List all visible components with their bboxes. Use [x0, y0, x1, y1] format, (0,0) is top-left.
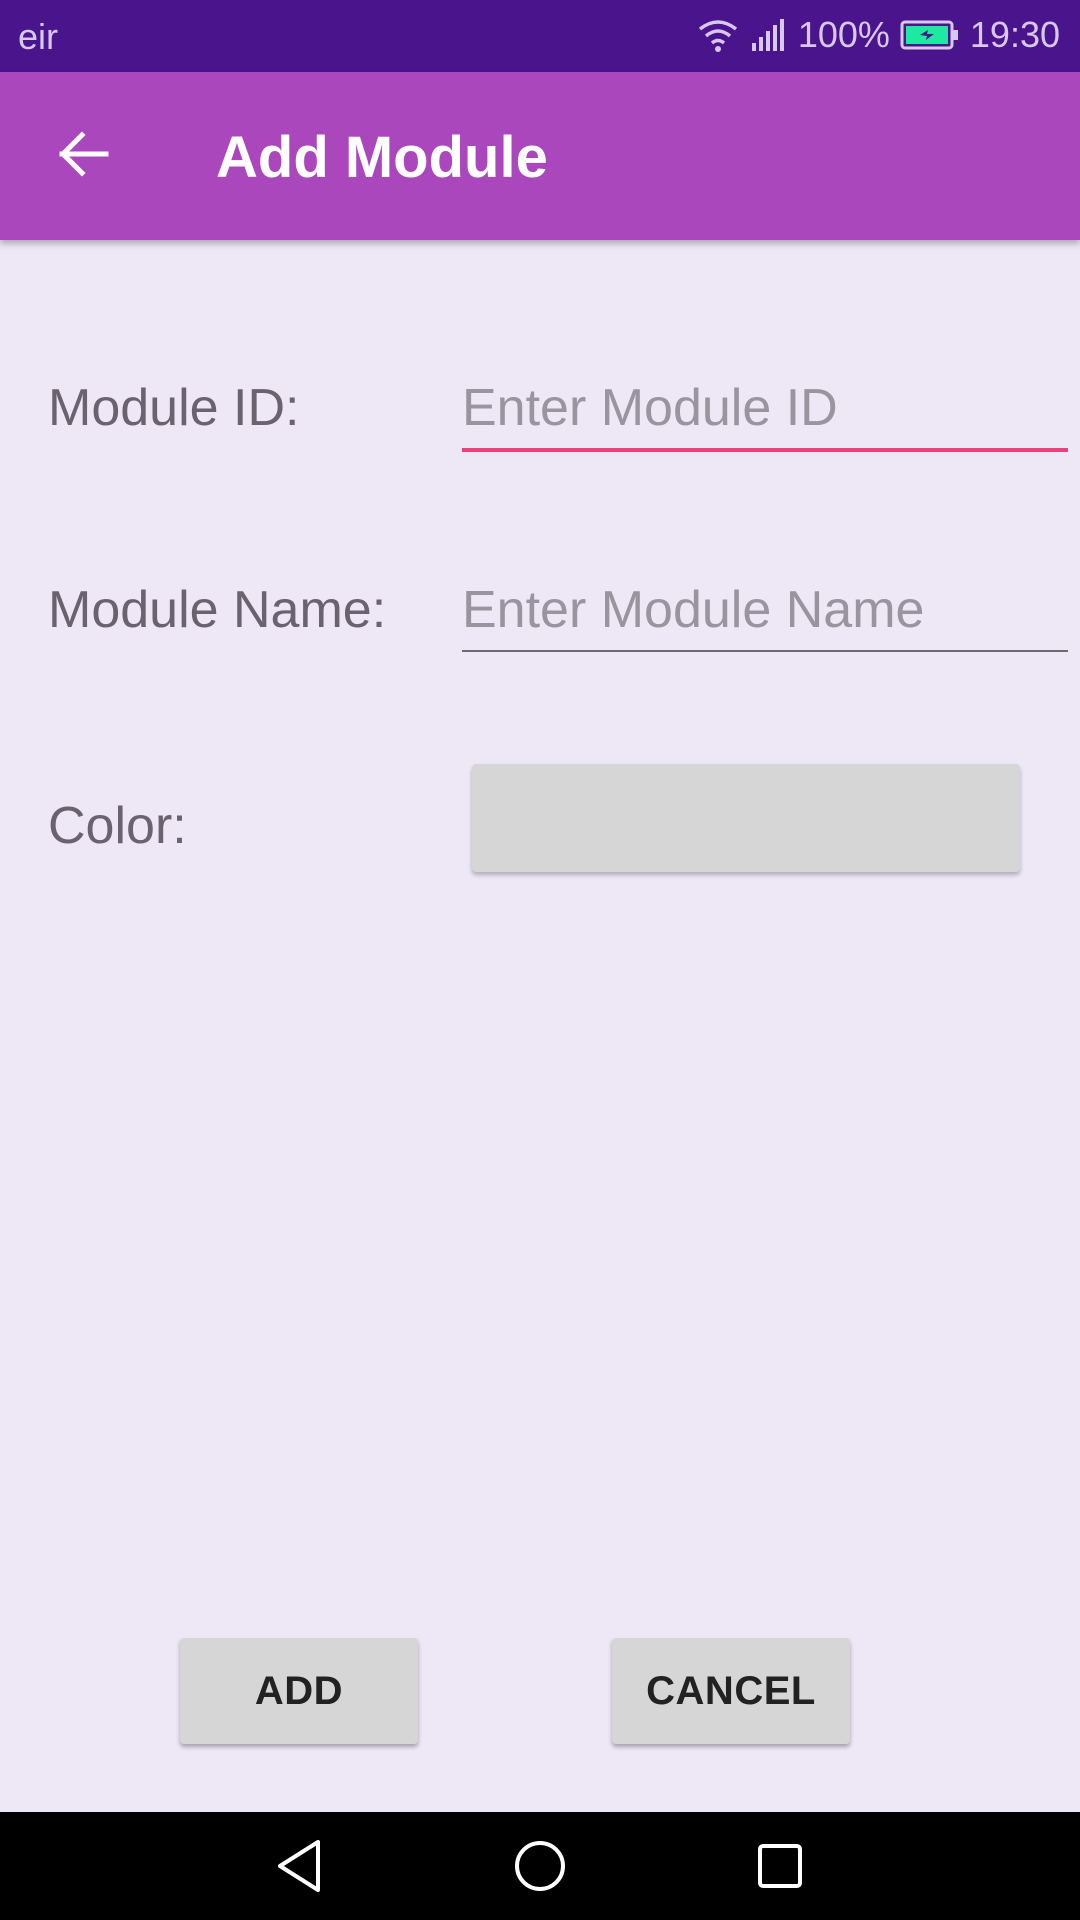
signal-icon — [750, 17, 788, 53]
clock: 19:30 — [969, 14, 1060, 55]
nav-back-icon[interactable] — [268, 1834, 332, 1898]
battery-charging-icon — [900, 19, 960, 51]
wifi-icon — [696, 17, 740, 53]
cancel-button[interactable]: CANCEL — [612, 1638, 850, 1744]
module-id-input[interactable] — [462, 368, 1068, 452]
color-label: Color: — [48, 797, 187, 855]
nav-recents-icon[interactable] — [748, 1834, 812, 1898]
status-icons: 100% 19:30 — [696, 14, 1060, 56]
color-picker-button[interactable] — [472, 764, 1020, 872]
status-bar: eir 100% 19:30 — [0, 0, 1080, 72]
navigation-bar — [0, 1812, 1080, 1920]
add-button[interactable]: ADD — [180, 1638, 418, 1744]
carrier-name: eir — [18, 16, 59, 57]
module-id-label: Module ID: — [48, 379, 300, 437]
page-title: Add Module — [216, 125, 548, 190]
arrow-back-icon — [58, 130, 110, 182]
module-name-label: Module Name: — [48, 581, 387, 639]
battery-percent: 100% — [797, 14, 890, 55]
module-name-input[interactable] — [462, 570, 1068, 652]
app-bar: Add Module — [0, 72, 1080, 240]
back-button[interactable] — [36, 108, 132, 204]
nav-home-icon[interactable] — [508, 1834, 572, 1898]
